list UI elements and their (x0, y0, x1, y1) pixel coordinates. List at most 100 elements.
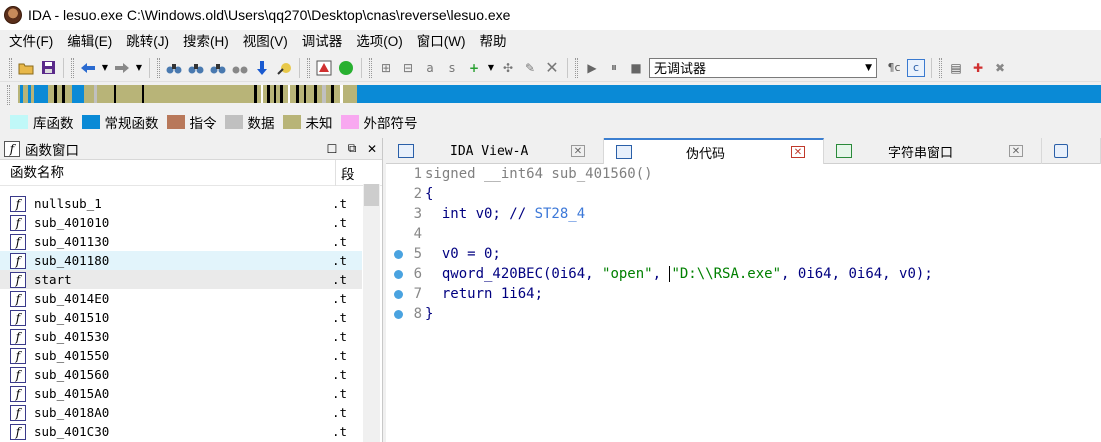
close-icon[interactable]: ✕ (791, 146, 805, 158)
mark-icon[interactable] (275, 59, 293, 77)
column-segment[interactable]: 段 (336, 163, 355, 183)
search-next-icon[interactable] (231, 59, 249, 77)
stop-icon[interactable]: ■ (627, 59, 645, 77)
chevron-down-icon[interactable]: ▼ (135, 59, 143, 77)
menu-options[interactable]: 选项(O) (349, 30, 410, 54)
line-number: 4 (413, 226, 422, 242)
pseudocode-editor[interactable]: 1 signed __int64 sub_401560() 2 { 3 int … (386, 164, 1101, 442)
menu-windows[interactable]: 窗口(W) (410, 30, 473, 54)
pseudocode-icon (616, 145, 632, 159)
forward-arrow-icon[interactable] (113, 59, 131, 77)
back-arrow-icon[interactable] (79, 59, 97, 77)
line-number-with-breakpoint[interactable]: 7 (386, 286, 423, 302)
code-line: 2 { (386, 184, 1101, 204)
menu-debugger[interactable]: 调试器 (295, 30, 350, 54)
toolbar-grip[interactable] (9, 57, 12, 78)
legend-swatch-library (10, 115, 28, 129)
c-refresh-icon[interactable]: c (907, 58, 925, 77)
legend-swatch-data (224, 115, 243, 129)
menu-view[interactable]: 视图(V) (236, 30, 295, 54)
tab-more[interactable] (1042, 138, 1101, 164)
function-row[interactable]: f sub_401510 .t (0, 308, 362, 327)
tab-ida-view-a[interactable]: IDA View-A ✕ (386, 138, 604, 164)
functions-scrollbar[interactable] (363, 184, 380, 442)
line-number-with-breakpoint[interactable]: 6 (386, 266, 423, 282)
legend-item: 指令 (166, 112, 217, 132)
code-line: 3 int v0; // ST28_4 (386, 204, 1101, 224)
navigation-band[interactable] (18, 85, 1101, 103)
menu-jump[interactable]: 跳转(J) (119, 30, 176, 54)
tab-strings[interactable]: 字符串窗口 ✕ (824, 138, 1042, 164)
stop-warning-icon[interactable] (315, 59, 333, 77)
run-play-icon[interactable]: ▶ (583, 59, 601, 77)
functions-window: f 函数窗口 ☐ ⧉ ✕ 函数名称 段 f nullsub_1 .t f sub_40… (0, 138, 383, 442)
function-row[interactable]: f sub_401530 .t (0, 327, 362, 346)
column-function-name[interactable]: 函数名称 (0, 159, 336, 186)
navigation-band-area (0, 82, 1101, 108)
close-icon[interactable]: ✕ (1009, 145, 1023, 157)
function-row[interactable]: f sub_401180 .t (0, 251, 362, 270)
menu-edit[interactable]: 编辑(E) (60, 30, 119, 54)
delete-x-icon[interactable]: ✕ (543, 58, 561, 77)
plugin-x-icon[interactable]: ✖ (991, 59, 1009, 77)
close-icon[interactable]: ✕ (362, 142, 382, 156)
function-row[interactable]: f start .t (0, 270, 362, 289)
function-icon: f (10, 195, 26, 212)
menu-file[interactable]: 文件(F) (2, 30, 60, 54)
struct-icon[interactable]: s (443, 59, 461, 77)
search-text-icon[interactable] (187, 59, 205, 77)
line-number-with-breakpoint[interactable]: 8 (386, 306, 423, 322)
save-icon[interactable] (39, 59, 57, 77)
function-row[interactable]: f sub_401C30 .t (0, 422, 362, 441)
search-binoculars-icon[interactable] (165, 59, 183, 77)
scroll-thumb[interactable] (364, 184, 379, 206)
function-icon: f (10, 347, 26, 364)
breakpoint-dot-icon (394, 289, 403, 299)
undefine-icon[interactable]: ✣ (499, 59, 517, 77)
function-icon: f (10, 328, 26, 345)
jump-down-icon[interactable] (253, 59, 271, 77)
function-row[interactable]: f sub_401010 .t (0, 213, 362, 232)
function-row[interactable]: f sub_4018A0 .t (0, 403, 362, 422)
title-bar: IDA - lesuo.exe C:\Windows.old\Users\qq2… (0, 0, 1101, 30)
menu-help[interactable]: 帮助 (472, 30, 513, 54)
tab-pseudocode[interactable]: 伪代码 ✕ (604, 138, 824, 164)
legend-item: 未知 (282, 112, 333, 132)
line-number-with-breakpoint[interactable]: 5 (386, 246, 423, 262)
chevron-down-icon[interactable]: ▼ (487, 59, 495, 77)
menu-search[interactable]: 搜索(H) (176, 30, 236, 54)
legend-item: 常规函数 (81, 112, 159, 132)
go-green-icon[interactable] (337, 59, 355, 77)
function-row[interactable]: f nullsub_1 .t (0, 194, 362, 213)
code-line: 5 v0 = 0; (386, 244, 1101, 264)
hex-view-icon (1054, 144, 1068, 158)
search-hex-icon[interactable] (209, 59, 227, 77)
legend-swatch-regular (81, 115, 100, 129)
restore-icon[interactable]: ☐ (322, 142, 342, 156)
close-icon[interactable]: ✕ (571, 145, 585, 157)
window-title: IDA - lesuo.exe C:\Windows.old\Users\qq2… (28, 7, 511, 23)
pause-icon[interactable]: ⏸ (605, 59, 623, 77)
edit-icon[interactable]: ✎ (521, 59, 539, 77)
notepad-icon[interactable]: ▤ (947, 59, 965, 77)
chevron-down-icon[interactable]: ▼ (101, 59, 109, 77)
debugger-select[interactable]: 无调试器 ▼ (649, 57, 877, 78)
data-icon[interactable]: ⊟ (399, 59, 417, 77)
add-icon[interactable]: + (465, 59, 483, 77)
function-icon: f (10, 366, 26, 383)
float-icon[interactable]: ⧉ (342, 141, 362, 156)
function-row[interactable]: f sub_4015A0 .t (0, 384, 362, 403)
plugin-plus-icon[interactable]: ✚ (969, 59, 987, 77)
open-folder-icon[interactable] (17, 59, 35, 77)
function-row[interactable]: f sub_401560 .t (0, 365, 362, 384)
function-row[interactable]: f sub_401130 .t (0, 232, 362, 251)
legend-item: 外部符号 (340, 112, 418, 132)
ida-app-icon (4, 6, 22, 24)
functions-window-title: 函数窗口 (25, 142, 79, 158)
function-row[interactable]: f sub_4014E0 .t (0, 289, 362, 308)
function-icon: f (10, 271, 26, 288)
c-output-icon[interactable]: ¶c (885, 59, 903, 77)
code-icon[interactable]: ⊞ (377, 59, 395, 77)
function-row[interactable]: f sub_401550 .t (0, 346, 362, 365)
ascii-icon[interactable]: a (421, 59, 439, 77)
